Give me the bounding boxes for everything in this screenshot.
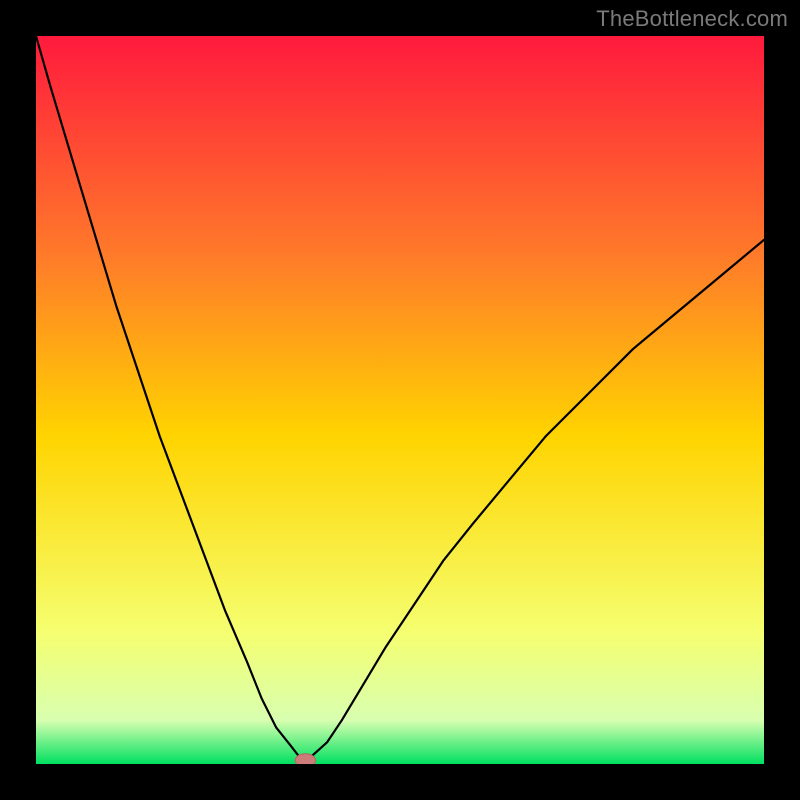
watermark-text: TheBottleneck.com xyxy=(596,6,788,32)
chart-svg xyxy=(36,36,764,764)
chart-frame: TheBottleneck.com xyxy=(0,0,800,800)
optimal-point-marker xyxy=(295,754,315,764)
gradient-background xyxy=(36,36,764,764)
plot-area xyxy=(36,36,764,764)
